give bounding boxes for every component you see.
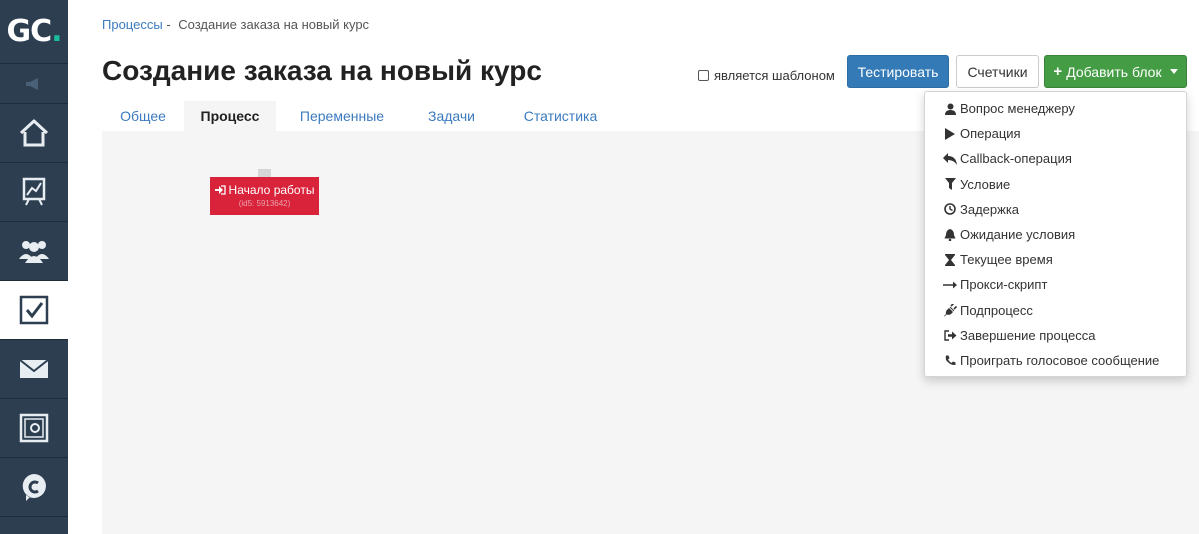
counters-button[interactable]: Счетчики [956,55,1039,88]
clock-icon [943,202,957,216]
template-checkbox-label: является шаблоном [714,68,835,83]
menu-item-condition[interactable]: Условие [925,172,1186,197]
template-checkbox-box[interactable] [698,70,709,81]
sidebar-item-tasks[interactable] [0,281,68,340]
add-block-menu: Вопрос менеджеру Операция Callback-опера… [924,91,1187,377]
template-checkbox[interactable]: является шаблоном [698,68,835,83]
tab-general[interactable]: Общее [102,101,184,131]
sidebar-item-safe[interactable] [0,399,68,458]
page-title: Создание заказа на новый курс [102,55,542,86]
tab-process[interactable]: Процесс [184,101,276,131]
chart-board-icon [22,177,46,206]
arrow-right-icon [943,278,957,292]
checkbox-icon [19,295,49,325]
reply-icon [943,152,957,166]
sidebar-item-chat[interactable] [0,458,68,517]
tabs: Общее Процесс Переменные Задачи Статисти… [102,101,626,131]
sidebar-toggle-button[interactable] [0,64,68,104]
megaphone-icon [26,77,38,90]
start-node-id: (id5: 5913642) [238,199,291,208]
filter-icon [943,177,957,191]
plug-icon [943,303,957,317]
safe-icon [19,413,49,443]
sidebar-item-home[interactable] [0,104,68,163]
start-node[interactable]: Начало работы (id5: 5913642) [210,177,319,215]
logo[interactable]: GC. [0,0,68,64]
menu-item-wait-condition[interactable]: Ожидание условия [925,222,1186,247]
users-icon [19,241,49,263]
phone-icon [943,353,957,367]
menu-item-finish-process[interactable]: Завершение процесса [925,323,1186,348]
breadcrumb-current: Создание заказа на новый курс [178,17,370,32]
tab-statistics[interactable]: Статистика [495,101,626,131]
menu-item-callback-operation[interactable]: Callback-операция [925,146,1186,171]
start-node-title: Начало работы [228,183,315,197]
tab-variables[interactable]: Переменные [276,101,408,131]
menu-item-operation[interactable]: Операция [925,121,1186,146]
sidebar-item-reports[interactable] [0,163,68,222]
menu-item-delay[interactable]: Задержка [925,197,1186,222]
breadcrumb-separator: - [166,17,171,32]
chat-icon [22,474,46,501]
menu-item-proxy-script[interactable]: Прокси-скрипт [925,272,1186,297]
sidebar: GC. [0,0,68,534]
sidebar-item-users[interactable] [0,222,68,281]
menu-item-subprocess[interactable]: Подпроцесс [925,298,1186,323]
sign-out-icon [943,328,957,342]
envelope-icon [19,359,49,378]
sidebar-item-messages[interactable] [0,340,68,399]
breadcrumb: Процессы - Создание заказа на новый курс [102,17,369,32]
logo-text: GC. [6,14,62,49]
add-block-button[interactable]: + Добавить блок [1044,55,1187,88]
hourglass-icon [943,253,957,267]
menu-item-current-time[interactable]: Текущее время [925,247,1186,272]
tab-tasks[interactable]: Задачи [408,101,495,131]
play-icon [943,127,957,141]
home-icon [19,119,49,147]
bell-icon [943,228,957,242]
test-button[interactable]: Тестировать [847,55,949,88]
plus-icon: + [1053,63,1063,80]
menu-item-voice-message[interactable]: Проиграть голосовое сообщение [925,348,1186,373]
user-icon [943,102,957,116]
menu-item-manager-question[interactable]: Вопрос менеджеру [925,96,1186,121]
add-block-label: Добавить блок [1066,63,1162,80]
caret-down-icon [1169,69,1178,74]
sign-in-icon [214,185,226,195]
breadcrumb-link-processes[interactable]: Процессы [102,17,163,32]
